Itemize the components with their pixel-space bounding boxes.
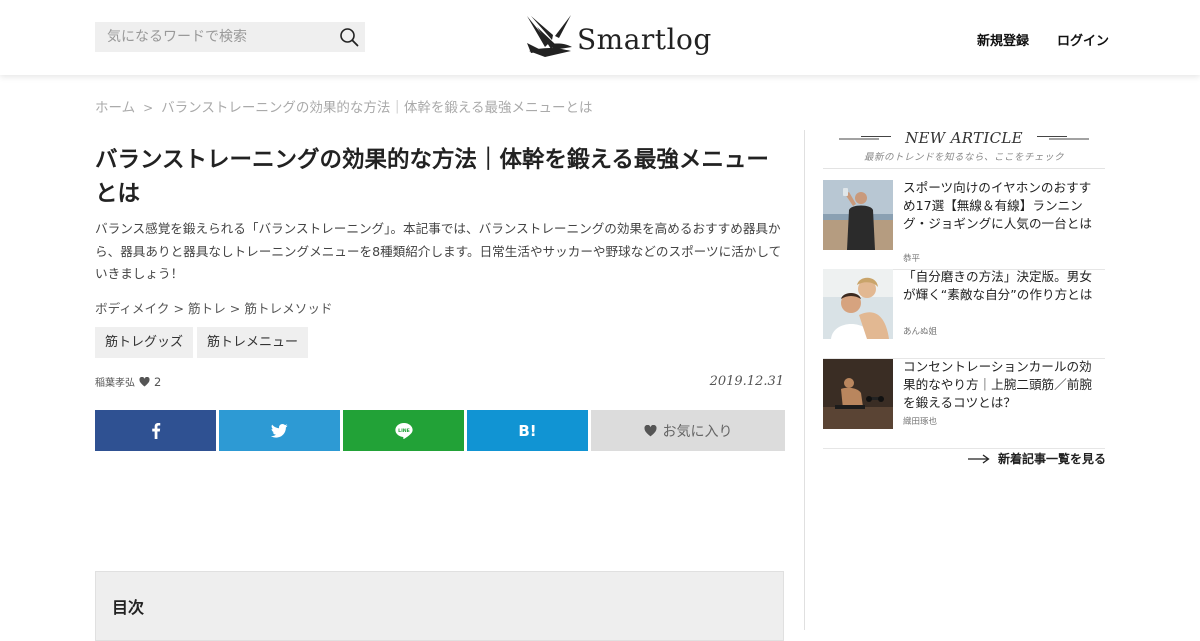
- article-title-link[interactable]: スポーツ向けのイヤホンのおすすめ17選【無線＆有線】ランニング・ジョギングに人気…: [903, 179, 1093, 233]
- heart-icon: [139, 376, 150, 387]
- twitter-share-button[interactable]: [219, 410, 340, 451]
- hatena-bookmark-button[interactable]: B!: [467, 410, 588, 451]
- article-title: バランストレーニングの効果的な方法｜体幹を鍛える最強メニューとは: [95, 147, 769, 207]
- signup-link[interactable]: 新規登録: [977, 30, 1029, 49]
- article-meta: 稲葉孝弘 2: [95, 374, 162, 390]
- new-article-header: NEW ARTICLE 最新のトレンドを知るなら、ここをチェック: [823, 128, 1105, 169]
- article-author: あんぬ姐: [903, 327, 938, 337]
- facebook-share-button[interactable]: [95, 410, 216, 451]
- category-path: ボディメイク > 筋トレ > 筋トレメソッド: [95, 298, 333, 317]
- toc-title: 目次: [112, 598, 145, 617]
- tag-chip[interactable]: 筋トレメニュー: [197, 327, 309, 358]
- category-link[interactable]: ボディメイク: [95, 301, 169, 316]
- table-of-contents: 目次: [95, 571, 784, 641]
- new-article-title: NEW ARTICLE: [905, 129, 1023, 147]
- more-articles-link[interactable]: 新着記事一覧を見る: [968, 450, 1106, 467]
- share-bar: LINE B! お気に入り: [95, 410, 785, 451]
- article-title-link[interactable]: 「自分磨きの方法」決定版。男女が輝く“素敵な自分”の作り方とは: [903, 268, 1093, 304]
- site-logo[interactable]: Smartlog: [525, 13, 711, 63]
- breadcrumb-home[interactable]: ホーム: [95, 100, 135, 116]
- breadcrumb-current: バランストレーニングの効果的な方法｜体幹を鍛える最強メニューとは: [161, 100, 593, 116]
- site-header: Smartlog 新規登録 ログイン: [0, 0, 1200, 75]
- category-separator: >: [173, 301, 184, 316]
- article-author: 恭平: [903, 254, 921, 264]
- breadcrumb-separator: >: [143, 101, 154, 115]
- login-link[interactable]: ログイン: [1057, 30, 1109, 49]
- logo-wordmark: Smartlog: [577, 23, 712, 56]
- line-icon: LINE: [394, 423, 413, 439]
- column-divider: [804, 130, 805, 630]
- new-article-subtitle: 最新のトレンドを知るなら、ここをチェック: [863, 152, 1064, 163]
- twitter-icon: [271, 423, 288, 438]
- article-title-link[interactable]: コンセントレーションカールの効果的なやり方｜上腕二頭筋／前腕を鍛えるコツとは？: [903, 358, 1093, 412]
- publish-date: 2019.12.31: [709, 374, 784, 389]
- heading-ornament-left: [839, 136, 891, 140]
- search-icon[interactable]: [339, 27, 359, 47]
- facebook-icon: [151, 422, 160, 439]
- arrow-right-icon: [968, 453, 990, 464]
- breadcrumb: ホーム > バランストレーニングの効果的な方法｜体幹を鍛える最強メニューとは: [95, 96, 593, 116]
- hatena-icon: B!: [518, 421, 537, 440]
- article-thumbnail: [823, 269, 893, 339]
- sidebar-article[interactable]: スポーツ向けのイヤホンのおすすめ17選【無線＆有線】ランニング・ジョギングに人気…: [823, 180, 1105, 270]
- tag-chip[interactable]: 筋トレグッズ: [95, 327, 194, 358]
- category-link[interactable]: 筋トレメソッド: [244, 301, 332, 316]
- logo-bird-icon: [527, 15, 572, 57]
- article-description: バランス感覚を鍛えられる「バランストレーニング」。本記事では、バランストレーニン…: [95, 221, 782, 281]
- more-articles-label: 新着記事一覧を見る: [998, 452, 1107, 466]
- article-thumbnail: [823, 180, 893, 250]
- tag-list: 筋トレグッズ 筋トレメニュー: [95, 327, 309, 358]
- line-share-button[interactable]: LINE: [343, 410, 464, 451]
- heart-icon: [644, 424, 656, 436]
- article-thumbnail: [823, 359, 893, 429]
- category-link[interactable]: 筋トレ: [188, 301, 226, 316]
- favorite-button[interactable]: お気に入り: [591, 410, 785, 451]
- sidebar-article[interactable]: 「自分磨きの方法」決定版。男女が輝く“素敵な自分”の作り方とは あんぬ姐: [823, 269, 1105, 359]
- like-count: 2: [154, 374, 162, 389]
- category-separator: >: [229, 301, 241, 316]
- search-input[interactable]: [107, 23, 327, 51]
- heading-ornament-right: [1037, 136, 1089, 140]
- sidebar-article[interactable]: コンセントレーションカールの効果的なやり方｜上腕二頭筋／前腕を鍛えるコツとは？ …: [823, 359, 1105, 449]
- svg-text:LINE: LINE: [398, 428, 410, 434]
- favorite-label: お気に入り: [662, 423, 733, 440]
- author-name[interactable]: 稲葉孝弘: [95, 374, 135, 389]
- article-author: 織田琢也: [903, 417, 938, 427]
- search-bar: [95, 22, 365, 52]
